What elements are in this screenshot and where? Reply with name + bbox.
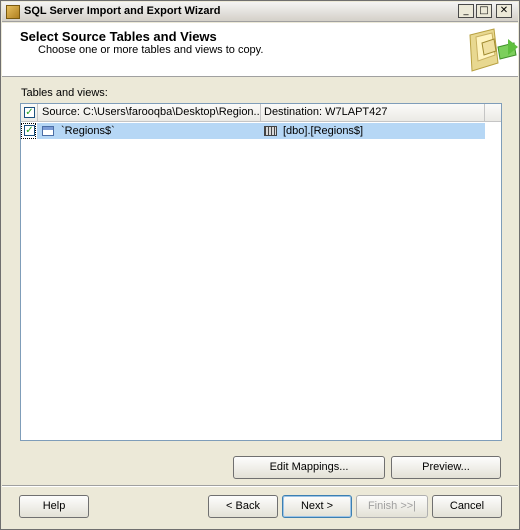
cancel-button[interactable]: Cancel (432, 495, 502, 518)
table-row[interactable]: ✓ `Regions$` [dbo].[Regions$] (21, 123, 501, 139)
wizard-header: Select Source Tables and Views Choose on… (2, 23, 518, 77)
destination-table-name[interactable]: [dbo].[Regions$] (283, 125, 363, 137)
help-button[interactable]: Help (19, 495, 89, 518)
page-subtitle: Choose one or more tables and views to c… (38, 44, 264, 56)
window-title: SQL Server Import and Export Wizard (24, 5, 221, 17)
footer-divider (2, 485, 518, 487)
maximize-button[interactable]: □ (476, 4, 492, 18)
finish-button[interactable]: Finish >>| (356, 495, 428, 518)
page-title: Select Source Tables and Views (20, 29, 217, 44)
close-button[interactable]: ✕ (496, 4, 512, 18)
tables-grid[interactable]: ✓ Source: C:\Users\farooqba\Desktop\Regi… (20, 103, 502, 441)
column-header-source[interactable]: Source: C:\Users\farooqba\Desktop\Region… (39, 104, 261, 122)
back-button[interactable]: < Back (208, 495, 278, 518)
header-checkbox-cell: ✓ (21, 104, 38, 122)
next-button[interactable]: Next > (282, 495, 352, 518)
minimize-button[interactable]: _ (458, 4, 474, 18)
tables-and-views-label: Tables and views: (21, 87, 108, 99)
app-icon (6, 5, 20, 19)
wizard-banner-icon (469, 28, 518, 72)
select-all-checkbox[interactable]: ✓ (24, 107, 35, 118)
destination-table-icon (264, 126, 277, 136)
grid-header: ✓ Source: C:\Users\farooqba\Desktop\Regi… (21, 104, 501, 122)
preview-button[interactable]: Preview... (391, 456, 501, 479)
edit-mappings-button[interactable]: Edit Mappings... (233, 456, 385, 479)
title-bar: SQL Server Import and Export Wizard _ □ … (2, 2, 518, 22)
column-header-destination[interactable]: Destination: W7LAPT427 (261, 104, 485, 122)
source-table-icon (42, 126, 54, 136)
wizard-window: SQL Server Import and Export Wizard _ □ … (0, 0, 520, 530)
focus-indicator (21, 123, 36, 139)
source-table-name[interactable]: `Regions$` (61, 125, 115, 137)
